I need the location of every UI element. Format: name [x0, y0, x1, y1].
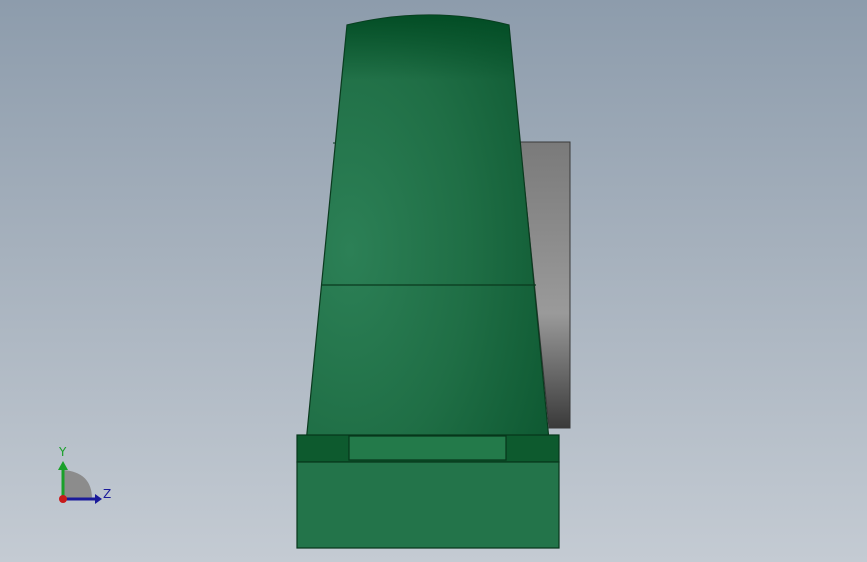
graphics-viewport[interactable]: Y Z: [0, 0, 867, 562]
triad-plane-shade: [63, 470, 92, 499]
model-view[interactable]: Y Z: [0, 0, 867, 562]
base-flange[interactable]: [296, 434, 560, 463]
y-axis-label: Y: [58, 445, 67, 459]
base-pad: [348, 435, 507, 461]
z-axis-label: Z: [103, 487, 111, 501]
origin-point: [59, 495, 67, 503]
axis-triad: Y Z: [58, 445, 111, 504]
housing-body[interactable]: [305, 14, 550, 444]
base-block[interactable]: [296, 461, 560, 549]
